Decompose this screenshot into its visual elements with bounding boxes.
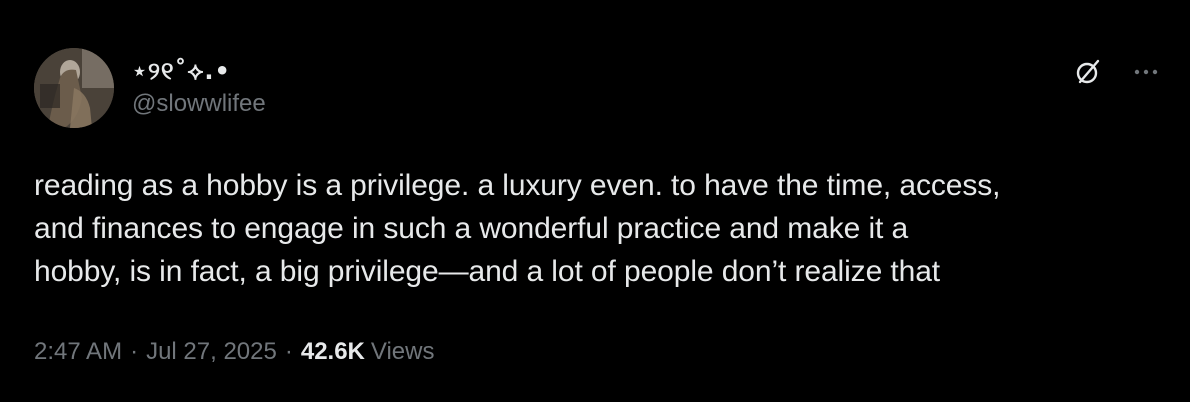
tweet-date[interactable]: Jul 27, 2025 xyxy=(146,338,277,366)
tweet-meta: 2:47 AM · Jul 27, 2025 · 42.6K Views xyxy=(34,338,434,366)
views-label[interactable]: Views xyxy=(371,338,435,366)
tweet-text: reading as a hobby is a privilege. a lux… xyxy=(34,169,1001,288)
author-handle[interactable]: @slowwlifee xyxy=(132,88,266,120)
tweet-time[interactable]: 2:47 AM xyxy=(34,338,122,366)
more-options-icon[interactable] xyxy=(1132,58,1160,86)
author-display-name[interactable]: ⋆୨୧˚⟡.• xyxy=(132,56,266,86)
views-count[interactable]: 42.6K xyxy=(301,338,365,366)
profile-photo-icon xyxy=(34,48,114,128)
avatar[interactable] xyxy=(34,48,114,128)
grok-icon[interactable] xyxy=(1074,58,1102,86)
tweet-header: ⋆୨୧˚⟡.• @slowwlifee xyxy=(34,48,266,128)
meta-separator: · xyxy=(130,338,139,365)
meta-separator: · xyxy=(284,338,293,365)
author-names: ⋆୨୧˚⟡.• @slowwlifee xyxy=(132,56,266,120)
tweet-top-actions xyxy=(1074,58,1160,86)
tweet-card: ⋆୨୧˚⟡.• @slowwlifee reading as a hobby i… xyxy=(0,0,1190,402)
